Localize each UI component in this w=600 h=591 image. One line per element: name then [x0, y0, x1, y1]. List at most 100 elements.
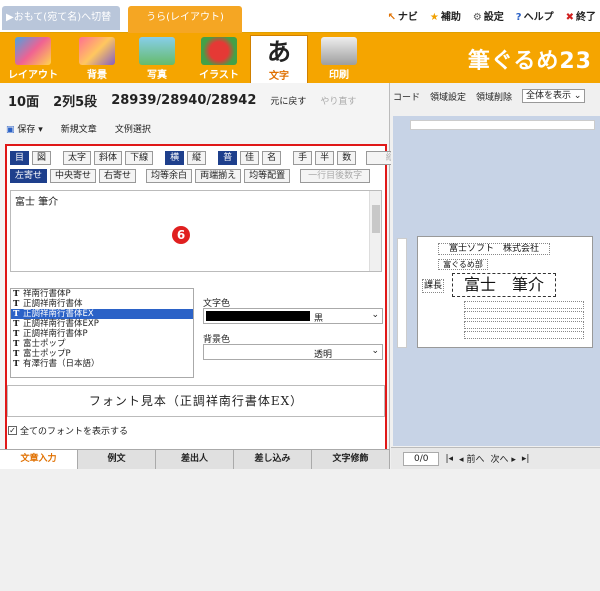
tab-text-input[interactable]: 文章入力 — [0, 450, 78, 469]
top-menu: ↖ ナビ ★ 補助 ⚙ 設定 ? ヘルプ ✖ 終了 — [387, 8, 596, 23]
background-icon — [79, 37, 115, 65]
text-editor[interactable]: 富士 筆介 — [10, 190, 382, 272]
next-page-button[interactable]: 次へ ▸ — [490, 452, 515, 465]
prev-page-button[interactable]: ◂ 前へ — [459, 452, 484, 465]
font-list-item[interactable]: T 富士ポップP — [11, 349, 193, 359]
format-zu-button[interactable]: 図 — [32, 151, 52, 165]
bg-color-select[interactable]: 透明 ⌄ — [203, 344, 383, 360]
text-toolbar: ▣ 保存 ▾ 新規文章 文例選択 縦書追加 横書追加 — [6, 122, 600, 591]
menu-exit[interactable]: ✖ 終了 — [566, 8, 596, 23]
bold-button[interactable]: 太字 — [63, 151, 92, 165]
show-all-fonts-checkbox[interactable]: ✓ 全てのフォントを表示する — [8, 424, 128, 437]
card-title[interactable]: 課長 — [422, 279, 444, 293]
tab-omote[interactable]: ▶おもて(宛て名)へ切替 — [2, 6, 120, 30]
category-layout[interactable]: レイアウト — [4, 35, 62, 83]
select-text-button[interactable]: 文例選択 — [115, 122, 151, 135]
card-company[interactable]: 富士ソフト 株式会社 — [438, 243, 550, 255]
font-list-item[interactable]: T 富士ポップ — [11, 339, 193, 349]
underline-button[interactable]: 下線 — [125, 151, 154, 165]
layout-grid: 2列5段 — [53, 95, 98, 110]
normal-button[interactable]: 普 — [218, 151, 238, 165]
tab-examples[interactable]: 例文 — [78, 450, 156, 469]
distribute-button[interactable]: 均等配置 — [244, 169, 291, 183]
card-line[interactable] — [464, 321, 584, 329]
callout-badge: 6 — [172, 226, 190, 244]
font-list-item[interactable]: T 正調祥南行書体EX — [11, 309, 193, 319]
last-line-number-button[interactable]: 一行目後数字 — [300, 169, 371, 183]
font-list-item[interactable]: T 有澤行書（日本語） — [11, 359, 193, 369]
chevron-down-icon: ⌄ — [371, 310, 379, 320]
align-center-button[interactable]: 中央寄せ — [50, 169, 97, 183]
undo-button[interactable]: 元に戻す — [270, 94, 306, 107]
status-bar: 0/0 |◂ ◂ 前へ 次へ ▸ ▸| — [391, 447, 600, 469]
menu-hojo[interactable]: ★ 補助 — [430, 8, 461, 23]
app-brand: 筆ぐるめ23 — [467, 49, 592, 74]
category-text[interactable]: あ 文字 — [250, 35, 308, 83]
chevron-down-icon: ⌄ — [371, 346, 379, 356]
format-eye-button[interactable]: 目 — [10, 151, 30, 165]
align-right-button[interactable]: 右寄せ — [99, 169, 137, 183]
horizontal-button[interactable]: 横 — [165, 151, 185, 165]
equal-margin-button[interactable]: 均等余白 — [146, 169, 193, 183]
font-list-item[interactable]: T 正調祥南行書体 — [11, 299, 193, 309]
text-color-select[interactable]: 黒 ⌄ — [203, 308, 383, 324]
hand-button[interactable]: 手 — [293, 151, 313, 165]
horizontal-ruler — [410, 120, 595, 130]
first-page-button[interactable]: |◂ — [445, 454, 453, 464]
top-bar: ▶おもて(宛て名)へ切替 うら(レイアウト) ↖ ナビ ★ 補助 ⚙ 設定 ? ヘルプ … — [0, 0, 600, 33]
vertical-ruler — [397, 238, 407, 348]
tab-insert[interactable]: 差し込み — [234, 450, 312, 469]
redo-button[interactable]: やり直す — [320, 94, 356, 107]
editor-scrollbar[interactable] — [369, 191, 381, 271]
face-count: 10面 — [8, 95, 40, 110]
tab-sender[interactable]: 差出人 — [156, 450, 234, 469]
italic-button[interactable]: 斜体 — [94, 151, 123, 165]
preview-canvas[interactable]: 富士ソフト 株式会社 富ぐるめ部 課長 富士 筆介 — [393, 116, 600, 446]
business-card-preview[interactable]: 富士ソフト 株式会社 富ぐるめ部 課長 富士 筆介 — [417, 236, 593, 348]
last-page-button[interactable]: ▸| — [522, 454, 530, 464]
illust-icon — [201, 37, 237, 65]
menu-help[interactable]: ? ヘルプ — [516, 8, 554, 23]
record-counts: 28939/28940/28942 — [111, 93, 257, 108]
help-icon: ? — [515, 12, 522, 23]
save-button[interactable]: ▣ 保存 ▾ — [6, 122, 43, 135]
vertical-button[interactable]: 縦 — [187, 151, 207, 165]
menu-settings[interactable]: ⚙ 設定 — [473, 8, 504, 23]
category-illust[interactable]: イラスト — [190, 35, 248, 83]
tab-ura[interactable]: うら(レイアウト) — [128, 6, 242, 33]
font-list[interactable]: T 祥南行書体P T 正調祥南行書体 T 正調祥南行書体EX T 正調祥南行書体EXP … — [10, 288, 194, 378]
name-button[interactable]: 名 — [262, 151, 282, 165]
card-name[interactable]: 富士 筆介 — [452, 273, 556, 297]
tab-decoration[interactable]: 文字修飾 — [312, 450, 390, 469]
menu-navi[interactable]: ↖ ナビ — [387, 8, 417, 23]
category-band: レイアウト 背景 写真 イラスト あ 文字 印刷 筆ぐるめ23 — [0, 33, 600, 83]
category-print[interactable]: 印刷 — [310, 35, 368, 83]
code-button[interactable]: コード — [393, 90, 420, 103]
category-background[interactable]: 背景 — [68, 35, 126, 83]
layout-icon — [15, 37, 51, 65]
cursor-icon: ↖ — [387, 12, 396, 23]
font-sample: フォント見本（正調祥南行書体EX） — [7, 385, 385, 417]
photo-icon — [139, 37, 175, 65]
font-list-item[interactable]: T 正調祥南行書体EXP — [11, 319, 193, 329]
save-icon: ▣ — [6, 125, 15, 135]
half-button[interactable]: 半 — [315, 151, 335, 165]
page-indicator: 0/0 — [403, 451, 440, 466]
font-list-item[interactable]: T 祥南行書体P — [11, 289, 193, 299]
new-text-button[interactable]: 新規文章 — [61, 122, 97, 135]
preview-panel: コード 領域設定 領域削除 全体を表示 ⌄ 富士ソフト 株式会社 富ぐるめ部 課… — [391, 83, 600, 469]
region-setting-button[interactable]: 領域設定 — [430, 90, 466, 103]
number-button[interactable]: 数 — [337, 151, 357, 165]
card-line[interactable] — [464, 311, 584, 319]
card-line[interactable] — [464, 301, 584, 309]
printer-icon — [321, 37, 357, 65]
region-delete-button[interactable]: 領域削除 — [476, 90, 512, 103]
card-dept[interactable]: 富ぐるめ部 — [438, 259, 488, 270]
card-line[interactable] — [464, 331, 584, 339]
ka-button[interactable]: 佳 — [240, 151, 260, 165]
view-select[interactable]: 全体を表示 ⌄ — [522, 89, 586, 103]
justify-button[interactable]: 両端揃え — [195, 169, 242, 183]
align-left-button[interactable]: 左寄せ — [10, 169, 48, 183]
category-photo[interactable]: 写真 — [128, 35, 186, 83]
font-list-item[interactable]: T 正調祥南行書体P — [11, 329, 193, 339]
